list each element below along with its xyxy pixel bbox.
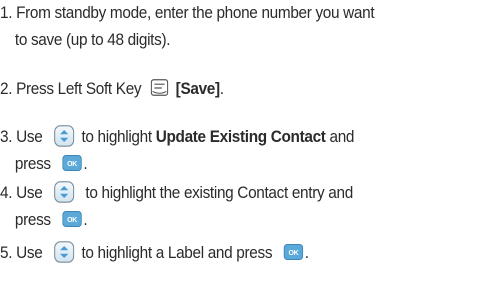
step-text-end: . [83,211,88,229]
up-down-navigation-key-icon [53,240,74,263]
step-4: 4. Use to highlight the existing Contact… [0,180,445,234]
step-text-continued: to save (up to 48 digits). [14,31,171,49]
step-text-end: . [219,80,224,98]
step-press-text: press [14,155,51,173]
step-text: to highlight [81,128,152,146]
step-text: From standby mode, enter the phone numbe… [16,4,375,22]
save-label: [Save] [175,80,220,98]
instruction-page: 1. From standby mode, enter the phone nu… [0,0,485,286]
svg-text:OK: OK [67,214,78,223]
ok-key-icon: OK [61,210,82,227]
up-down-navigation-key-icon [53,180,74,203]
step-5: 5. Use to highlight a Label and press OK… [0,240,445,267]
step-number: 4. [0,184,13,202]
step-number: 2. [0,80,13,98]
left-soft-key-icon [150,79,169,96]
step-text-end: . [304,244,309,262]
ok-key-icon: OK [61,154,82,171]
update-existing-contact-label: Update Existing Contact [155,128,326,146]
up-down-navigation-key-icon [53,124,74,147]
step-text: Press Left Soft Key [16,80,142,98]
step-2: 2. Press Left Soft Key [Save]. [0,76,445,103]
step-number: 1. [0,4,13,22]
step-use-text: Use [16,244,43,262]
svg-text:OK: OK [67,158,78,167]
step-text: to highlight the existing Contact entry … [85,184,353,202]
step-3: 3. Use to highlight Update Existing Cont [0,124,445,178]
step-text-end: . [83,155,88,173]
step-number: 3. [0,128,13,146]
step-number: 5. [0,244,13,262]
svg-text:OK: OK [288,247,299,256]
step-use-text: Use [16,128,43,146]
step-text: to highlight a Label and press [81,244,273,262]
step-text: and [329,128,355,146]
ok-key-icon: OK [283,243,303,260]
step-press-text: press [14,211,51,229]
step-1: 1. From standby mode, enter the phone nu… [0,0,445,54]
step-use-text: Use [16,184,43,202]
